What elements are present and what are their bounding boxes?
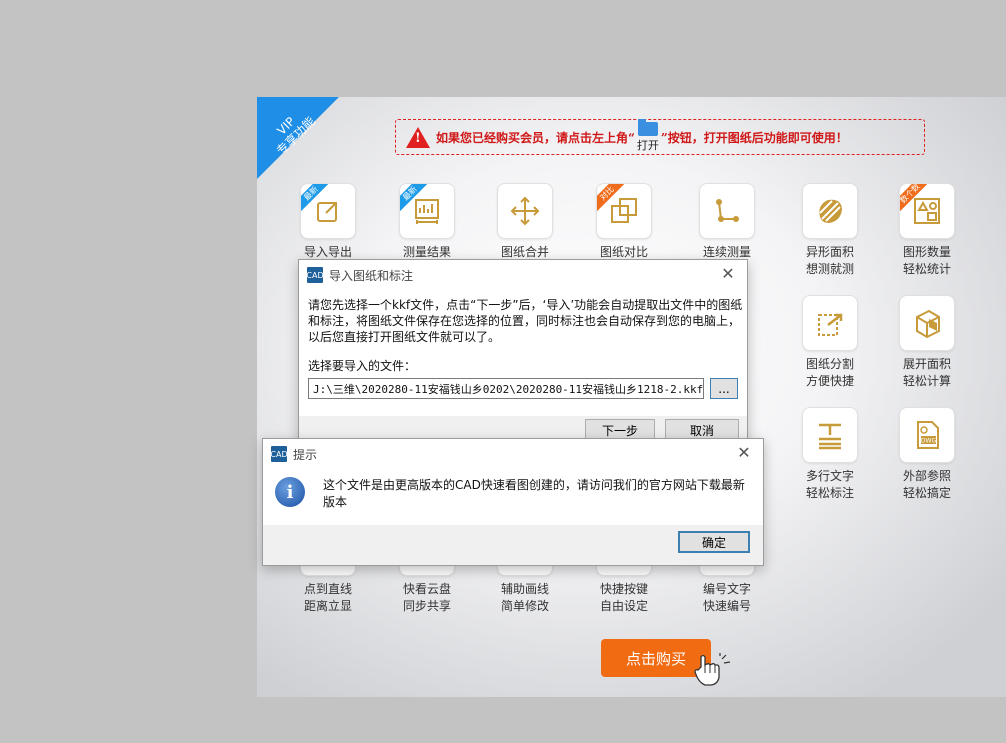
import-description: 请您先选择一个kkf文件，点击“下一步”后，‘导入’功能会自动提取出文件中的图纸… (308, 298, 743, 344)
feature-tile[interactable] (802, 407, 858, 463)
feature-label: 图纸分割 方便快捷 (805, 357, 854, 388)
notice-text-after: ”按钮，打开图纸后功能即可使用！ (660, 130, 848, 145)
feature-label: 快捷按键 自由设定 (599, 582, 648, 613)
svg-text:DWG: DWG (921, 438, 937, 445)
feature-tile[interactable]: 最新 (300, 183, 356, 239)
ok-button[interactable]: 确定 (678, 531, 750, 553)
compare-icon (611, 198, 637, 223)
feature-tile[interactable]: 对比 (596, 183, 652, 239)
import-export-icon (317, 202, 337, 222)
import-dialog-title: 导入图纸和标注 (329, 268, 414, 283)
feature-label: 辅助画线 简单修改 (500, 582, 549, 613)
warning-icon: ! (406, 126, 430, 148)
continuous-measure-icon (716, 199, 739, 222)
unfold-area-icon (916, 309, 940, 339)
import-dialog: CAD 导入图纸和标注 ✕ 请您先选择一个kkf文件，点击“下一步”后，‘导入’… (298, 259, 748, 441)
feature-tile[interactable]: 数个数 (899, 183, 955, 239)
feature-continuous-measure[interactable]: 连续测量 (682, 183, 772, 261)
app-icon: CAD (306, 267, 324, 283)
vip-ribbon: VIP 专享功能 (257, 97, 339, 179)
feature-drawing-compare[interactable]: 对比 图纸对比 (579, 183, 669, 261)
split-icon (818, 313, 843, 336)
open-button-hint: 打开 (636, 118, 659, 153)
feature-label: 快看云盘 同步共享 (402, 582, 451, 613)
feature-unfold-area[interactable]: 展开面积 轻松计算 (882, 295, 972, 390)
import-dialog-titlebar: CAD 导入图纸和标注 ✕ (299, 260, 747, 290)
close-icon[interactable]: ✕ (735, 444, 753, 462)
feature-tile[interactable] (802, 183, 858, 239)
feature-label: 外部参照 轻松搞定 (902, 469, 951, 500)
merge-icon (510, 196, 540, 226)
close-icon[interactable]: ✕ (719, 265, 737, 283)
feature-external-ref[interactable]: DWG 外部参照 轻松搞定 (882, 407, 972, 502)
open-label: 打开 (636, 138, 659, 152)
alert-dialog-title: 提示 (293, 447, 318, 462)
irregular-area-icon (819, 199, 842, 223)
feature-label: 异形面积 想测就测 (805, 245, 854, 276)
feature-label: 展开面积 轻松计算 (902, 357, 951, 388)
feature-drawing-merge[interactable]: 图纸合并 (480, 183, 570, 261)
feature-tile[interactable]: 最新 (399, 183, 455, 239)
member-notice: ! 如果您已经购买会员，请点击左上角“ 打开 ”按钮，打开图纸后功能即可使用！ (395, 118, 925, 155)
multiline-text-icon (819, 423, 841, 450)
feature-label: 编号文字 快速编号 (702, 582, 751, 613)
feature-tile[interactable]: DWG (899, 407, 955, 463)
feature-measure-results[interactable]: 最新 测量结果 (382, 183, 472, 261)
app-icon: CAD (270, 446, 288, 462)
feature-irregular-area[interactable]: 异形面积 想测就测 (785, 183, 875, 278)
folder-open-icon (637, 118, 658, 136)
browse-button[interactable]: ... (710, 378, 738, 399)
alert-dialog-titlebar: CAD 提示 ✕ (263, 439, 763, 469)
feature-tile[interactable] (699, 183, 755, 239)
feature-import-export[interactable]: 最新 导入导出 (283, 183, 373, 261)
feature-drawing-split[interactable]: 图纸分割 方便快捷 (785, 295, 875, 390)
feature-shape-count[interactable]: 数个数图形数量 轻松统计 (882, 183, 972, 278)
feature-label: 多行文字 轻松标注 (805, 469, 854, 500)
feature-label: 图形数量 轻松统计 (902, 245, 951, 276)
file-label: 选择要导入的文件： (308, 359, 417, 373)
feature-tile[interactable] (802, 295, 858, 351)
feature-tile[interactable] (497, 183, 553, 239)
measure-results-icon (415, 199, 439, 224)
alert-dialog: CAD 提示 ✕ i 这个文件是由更高版本的CAD快速看图创建的，请访问我们的官… (262, 438, 764, 566)
shape-count-icon (914, 198, 940, 224)
feature-label: 点到直线 距离立显 (303, 582, 352, 613)
feature-tile[interactable] (899, 295, 955, 351)
hand-cursor-icon (694, 653, 731, 686)
notice-text-before: 如果您已经购买会员，请点击左上角“ (436, 130, 635, 145)
info-icon: i (275, 477, 305, 507)
alert-message: 这个文件是由更高版本的CAD快速看图创建的，请访问我们的官方网站下载最新版本 (323, 478, 745, 509)
file-path-input[interactable]: J:\三维\2020280-11安福钱山乡0202\2020280-11安福钱山… (308, 378, 704, 399)
feature-multiline-text[interactable]: 多行文字 轻松标注 (785, 407, 875, 502)
dwg-ref-icon: DWG (917, 421, 939, 449)
